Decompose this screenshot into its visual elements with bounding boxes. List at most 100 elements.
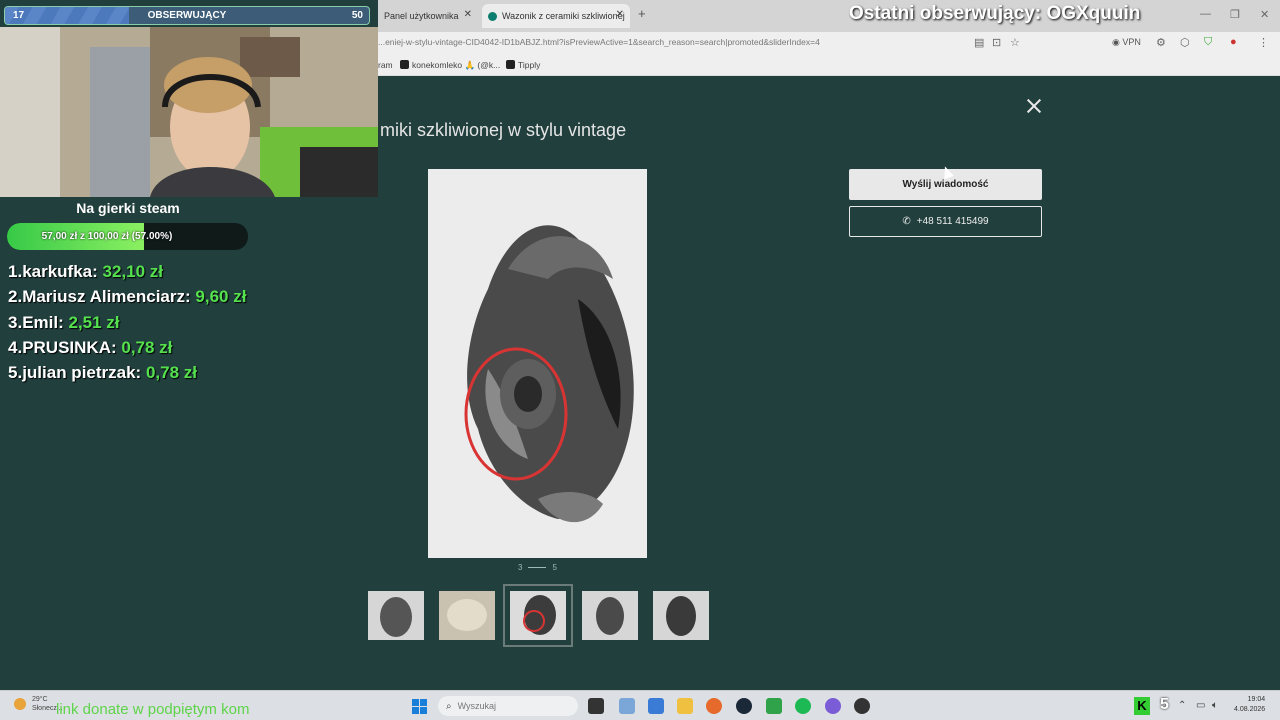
last-follower-text: Ostatni obserwujący: OGXquuin — [849, 3, 1141, 24]
photo-pager: 3 5 — [518, 563, 557, 572]
minimize-icon[interactable]: — — [1200, 8, 1211, 20]
donor-row: 4.PRUSINKA: 0,78 zł — [8, 338, 246, 363]
donor-name: karkufka: — [22, 262, 98, 281]
bookmark-item[interactable]: ram — [378, 60, 393, 70]
donor-name: PRUSINKA: — [22, 337, 117, 357]
kick-icon[interactable]: K — [1134, 697, 1150, 715]
spotify-icon[interactable] — [795, 698, 811, 714]
bookmark-label: Tipply — [518, 60, 541, 70]
tab-listing[interactable]: Wazonik z ceramiki szkliwionej ✕ — [482, 4, 630, 28]
donor-rank: 4. — [8, 337, 23, 357]
donor-amount: 9,60 zł — [195, 287, 247, 307]
obs-icon[interactable] — [854, 698, 870, 714]
steam-icon[interactable] — [736, 698, 752, 714]
window-close-icon[interactable]: ✕ — [1260, 8, 1269, 21]
search-icon: ⌕ — [446, 700, 452, 712]
bookmark-star-icon[interactable]: ☆ — [1010, 36, 1020, 49]
listing-title: miki szkliwionej w stylu vintage — [380, 120, 627, 140]
clock-time: 19:04 — [1247, 696, 1266, 703]
donor-row: 1.karkufka: 32,10 zł — [8, 262, 246, 287]
pager-total: 5 — [552, 563, 557, 572]
opera-icon[interactable]: ● — [1230, 36, 1237, 48]
webcam-feed — [0, 27, 378, 197]
follower-goal-bar: 17 OBSERWUJĄCY 50 — [4, 6, 370, 25]
donor-rank: 1. — [8, 262, 23, 281]
donor-row: 5.julian pietrzak: 0,78 zł — [8, 363, 246, 388]
thumbnail-1[interactable] — [368, 591, 424, 640]
clock-date: 4.08.2026 — [1234, 706, 1266, 713]
bookmark-label: konekomleko 🙏 (@k... — [412, 60, 501, 70]
follower-goal-label: OBSERWUJĄCY — [147, 10, 227, 21]
donor-rank: 2. — [8, 287, 23, 307]
menu-icon[interactable]: ⋮ — [1258, 36, 1269, 49]
tab-user-panel[interactable]: Panel użytkownika ✕ — [378, 4, 478, 28]
vase-photo — [428, 169, 647, 558]
windows-logo-icon — [412, 699, 419, 706]
url-text[interactable]: ...eniej-w-stylu-vintage-CID4042-ID1bABJ… — [378, 37, 820, 47]
taskbar-search[interactable]: ⌕ Wyszukaj — [438, 696, 578, 716]
discord-icon[interactable] — [825, 698, 841, 714]
bookmark-item[interactable]: Tipply — [506, 60, 540, 70]
sun-icon — [14, 698, 26, 710]
firefox-icon[interactable] — [706, 698, 722, 714]
tray-badge-number: 5 — [1160, 696, 1169, 713]
system-clock[interactable]: 19:04 4.08.2026 — [1234, 695, 1265, 715]
bookmark-item[interactable]: konekomleko 🙏 (@k... — [400, 60, 500, 71]
donor-row: 2.Mariusz Alimenciarz: 9,60 zł — [8, 287, 246, 312]
donor-rank: 5. — [8, 363, 23, 383]
shield-icon[interactable]: ⛉ — [1204, 36, 1212, 49]
close-tab-icon[interactable]: ✕ — [616, 9, 624, 20]
tray-chevron-icon[interactable]: ⌃ — [1178, 700, 1186, 711]
vpn-label: VPN — [1122, 37, 1141, 47]
vpn-button[interactable]: ◉ VPN — [1112, 37, 1141, 48]
extensions-icon[interactable]: ⬡ — [1180, 36, 1190, 49]
donor-rank: 3. — [8, 312, 23, 332]
phone-button[interactable]: ✆ +48 511 415499 — [849, 206, 1042, 237]
close-tab-icon[interactable]: ✕ — [464, 9, 472, 20]
donor-name: julian pietrzak: — [22, 363, 142, 383]
donor-name: Mariusz Alimenciarz: — [22, 287, 191, 307]
donor-amount: 2,51 zł — [68, 312, 120, 332]
pager-current: 3 — [518, 563, 523, 572]
thumbnail-2[interactable] — [439, 591, 495, 640]
network-icon[interactable]: ▭ — [1196, 700, 1205, 711]
donor-amount: 0,78 zł — [121, 337, 173, 357]
tab-label: Panel użytkownika — [384, 11, 459, 21]
start-button[interactable] — [412, 699, 427, 714]
install-app-icon[interactable]: ⊡ — [992, 36, 1001, 49]
photos-app-icon[interactable] — [619, 698, 635, 714]
donation-goal-bar: 57,00 zł z 100,00 zł (57.00%) — [7, 223, 248, 250]
settings-icon[interactable]: ⚙ — [1156, 36, 1166, 49]
bookmarks-bar: ram konekomleko 🙏 (@k... Tipply — [378, 54, 1280, 76]
top-donors-list: 1.karkufka: 32,10 zł 2.Mariusz Alimencia… — [8, 262, 246, 388]
donation-goal-title: Na gierki steam — [76, 200, 180, 216]
weather-temp: 29°C — [31, 696, 48, 703]
browser-tab-bar: Panel użytkownika ✕ Wazonik z ceramiki s… — [378, 0, 1280, 32]
volume-icon[interactable]: 🔈︎ — [1212, 700, 1218, 711]
donor-name: Emil: — [22, 312, 64, 332]
thumbnail-3[interactable] — [503, 584, 573, 647]
donate-link-note: link donate w podpiętym kom — [56, 701, 250, 718]
webcam-image — [0, 27, 378, 197]
olx-favicon-icon — [488, 11, 497, 21]
main-product-photo[interactable] — [428, 169, 647, 558]
file-explorer-icon[interactable] — [677, 698, 693, 714]
tipply-icon — [506, 60, 515, 69]
phone-icon: ✆ — [902, 216, 911, 227]
reader-view-icon[interactable]: ▤ — [974, 36, 984, 49]
pager-divider — [528, 567, 547, 568]
address-bar[interactable]: ...eniej-w-stylu-vintage-CID4042-ID1bABJ… — [378, 32, 1280, 54]
terminal-app-icon[interactable] — [588, 698, 604, 714]
capture-app-icon[interactable] — [648, 698, 664, 714]
donor-amount: 0,78 zł — [145, 363, 197, 383]
new-tab-icon[interactable]: + — [638, 6, 646, 21]
phone-number: +48 511 415499 — [916, 216, 989, 227]
follower-target: 50 — [351, 10, 363, 21]
thumbnail-4[interactable] — [582, 591, 638, 640]
donation-goal-text: 57,00 zł z 100,00 zł (57.00%) — [41, 231, 173, 242]
thumbnail-5[interactable] — [653, 591, 709, 640]
close-gallery-button[interactable] — [1022, 94, 1046, 118]
tab-label: Wazonik z ceramiki szkliwionej — [502, 11, 625, 21]
restore-icon[interactable]: ❐ — [1230, 8, 1240, 21]
xbox-icon[interactable] — [766, 698, 782, 714]
